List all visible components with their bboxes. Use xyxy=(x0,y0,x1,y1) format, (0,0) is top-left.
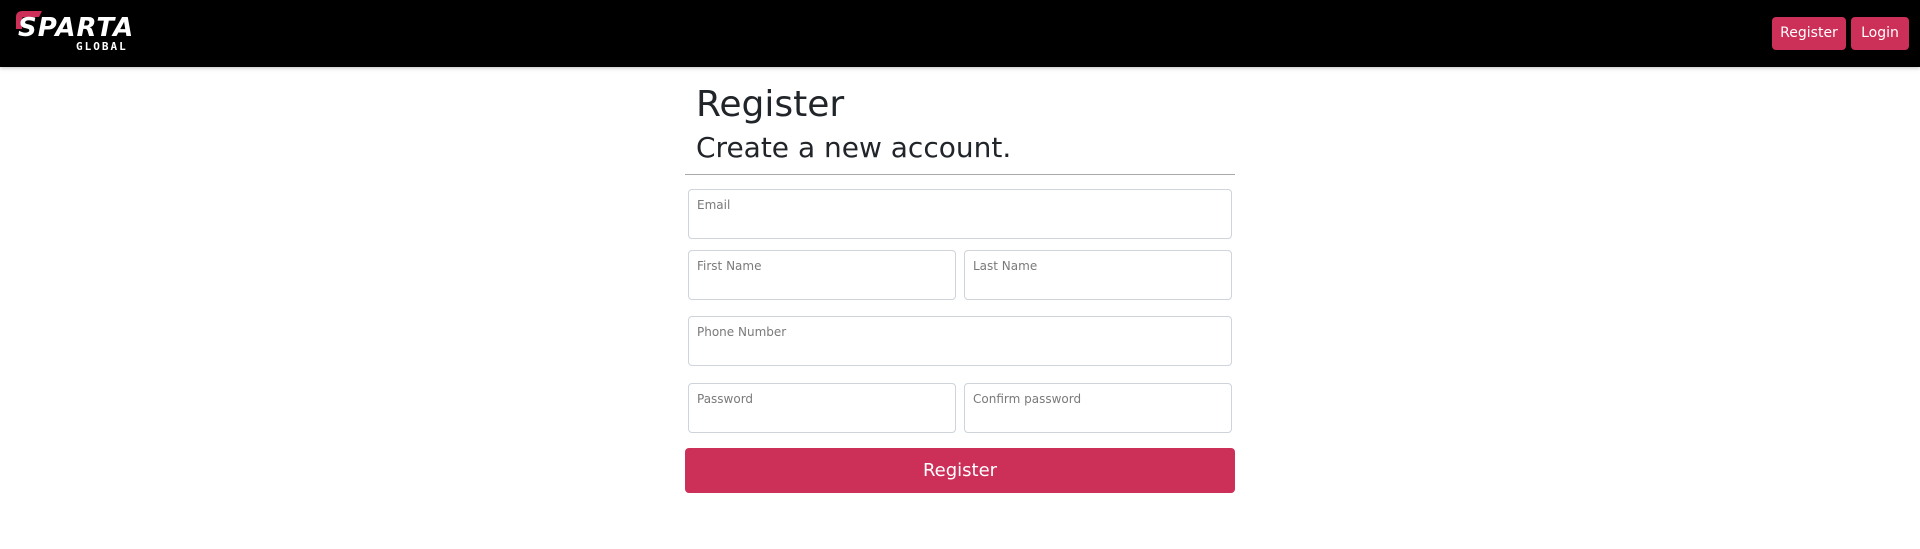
title-divider xyxy=(685,174,1235,175)
nav-register-button[interactable]: Register xyxy=(1772,17,1846,50)
password-input[interactable] xyxy=(697,408,947,428)
logo-tagline: GLOBAL xyxy=(76,40,128,53)
sparta-global-logo[interactable]: SPARTA GLOBAL xyxy=(14,9,134,55)
page-subtitle: Create a new account. xyxy=(696,131,1012,164)
password-field[interactable]: Password xyxy=(688,383,956,433)
confirm-password-field[interactable]: Confirm password xyxy=(964,383,1232,433)
phone-number-field[interactable]: Phone Number xyxy=(688,316,1232,366)
logo-wordmark: SPARTA xyxy=(18,13,135,43)
password-label: Password xyxy=(697,392,754,406)
email-field[interactable]: Email xyxy=(688,189,1232,239)
nav-login-button[interactable]: Login xyxy=(1851,17,1909,50)
phone-number-input[interactable] xyxy=(697,341,1223,361)
last-name-field[interactable]: Last Name xyxy=(964,250,1232,300)
first-name-label: First Name xyxy=(697,259,762,273)
first-name-field[interactable]: First Name xyxy=(688,250,956,300)
last-name-label: Last Name xyxy=(973,259,1038,273)
register-submit-button[interactable]: Register xyxy=(685,448,1235,493)
top-navbar: SPARTA GLOBAL Register Login xyxy=(0,0,1920,67)
last-name-input[interactable] xyxy=(973,275,1223,295)
confirm-password-input[interactable] xyxy=(973,408,1223,428)
page-title: Register xyxy=(696,84,845,125)
first-name-input[interactable] xyxy=(697,275,947,295)
email-input[interactable] xyxy=(697,214,1223,234)
email-label: Email xyxy=(697,198,731,212)
phone-number-label: Phone Number xyxy=(697,325,787,339)
confirm-password-label: Confirm password xyxy=(973,392,1082,406)
